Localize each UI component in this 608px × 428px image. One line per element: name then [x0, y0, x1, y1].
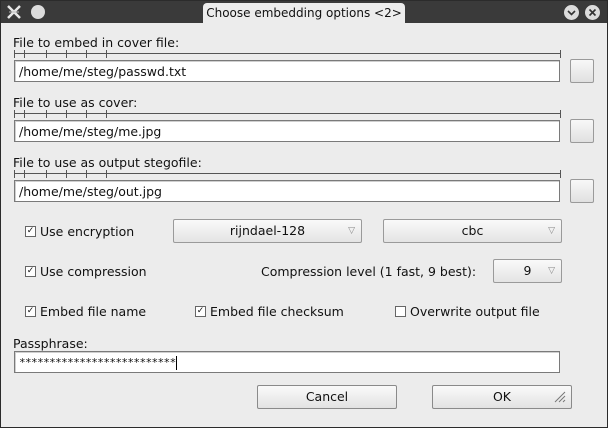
checkbox-unchecked-icon — [395, 306, 406, 317]
chevron-down-icon — [567, 10, 576, 16]
output-file-label: File to use as output stegofile: — [13, 155, 202, 170]
embed-file-browse-button[interactable] — [570, 59, 594, 83]
output-file-ruler — [14, 170, 561, 178]
dropdown-arrow-icon: ▽ — [348, 226, 355, 236]
use-compression-label: Use compression — [40, 264, 147, 279]
embed-file-checksum-label: Embed file checksum — [210, 304, 344, 319]
checkbox-checked-icon: ✓ — [25, 266, 36, 277]
window-menu-icon[interactable] — [31, 5, 45, 19]
cover-file-input[interactable]: /home/me/steg/me.jpg — [14, 120, 560, 142]
use-encryption-checkbox[interactable]: ✓ Use encryption — [25, 224, 134, 239]
ok-button-label: OK — [492, 389, 512, 404]
embed-file-ruler — [14, 50, 561, 58]
window-title: Choose embedding options <2> — [203, 3, 405, 23]
embedding-options-dialog: Choose embedding options <2> File to emb… — [0, 0, 608, 428]
checkbox-checked-icon: ✓ — [25, 306, 36, 317]
checkbox-checked-icon: ✓ — [25, 226, 36, 237]
cover-file-browse-button[interactable] — [570, 119, 594, 143]
dropdown-arrow-icon: ▽ — [548, 266, 555, 276]
text-cursor — [175, 356, 177, 370]
compression-level-label: Compression level (1 fast, 9 best): — [261, 264, 477, 279]
use-compression-checkbox[interactable]: ✓ Use compression — [25, 264, 147, 279]
minimize-button[interactable] — [564, 5, 579, 20]
cancel-button[interactable]: Cancel — [257, 385, 397, 409]
embed-file-label: File to embed in cover file: — [13, 35, 180, 50]
compression-level-value: 9 — [523, 263, 532, 278]
resize-grip-icon[interactable] — [553, 390, 567, 404]
app-logo-icon — [7, 5, 21, 19]
overwrite-output-label: Overwrite output file — [410, 304, 540, 319]
dropdown-arrow-icon: ▽ — [548, 226, 555, 236]
title-bar: Choose embedding options <2> — [1, 1, 607, 23]
mode-value: cbc — [461, 223, 484, 238]
passphrase-input[interactable]: ************************** — [14, 351, 560, 373]
cover-file-ruler — [14, 110, 561, 118]
passphrase-value: ************************** — [19, 356, 176, 369]
passphrase-label: Passphrase: — [13, 336, 88, 351]
algorithm-value: rijndael-128 — [229, 223, 306, 238]
output-file-browse-button[interactable] — [570, 179, 594, 203]
embed-file-input[interactable]: /home/me/steg/passwd.txt — [14, 60, 560, 82]
ok-button[interactable]: OK — [432, 385, 572, 409]
checkbox-checked-icon: ✓ — [195, 306, 206, 317]
cover-file-label: File to use as cover: — [13, 95, 138, 110]
embed-file-name-checkbox[interactable]: ✓ Embed file name — [25, 304, 146, 319]
mode-select[interactable]: cbc ▽ — [383, 219, 562, 243]
embed-file-name-label: Embed file name — [40, 304, 147, 319]
use-encryption-label: Use encryption — [40, 224, 135, 239]
output-file-input[interactable]: /home/me/steg/out.jpg — [14, 180, 560, 202]
embed-file-checksum-checkbox[interactable]: ✓ Embed file checksum — [195, 304, 344, 319]
algorithm-select[interactable]: rijndael-128 ▽ — [173, 219, 362, 243]
overwrite-output-checkbox[interactable]: Overwrite output file — [395, 304, 540, 319]
compression-level-select[interactable]: 9 ▽ — [493, 259, 562, 283]
close-icon — [588, 8, 597, 17]
close-button[interactable] — [585, 5, 600, 20]
